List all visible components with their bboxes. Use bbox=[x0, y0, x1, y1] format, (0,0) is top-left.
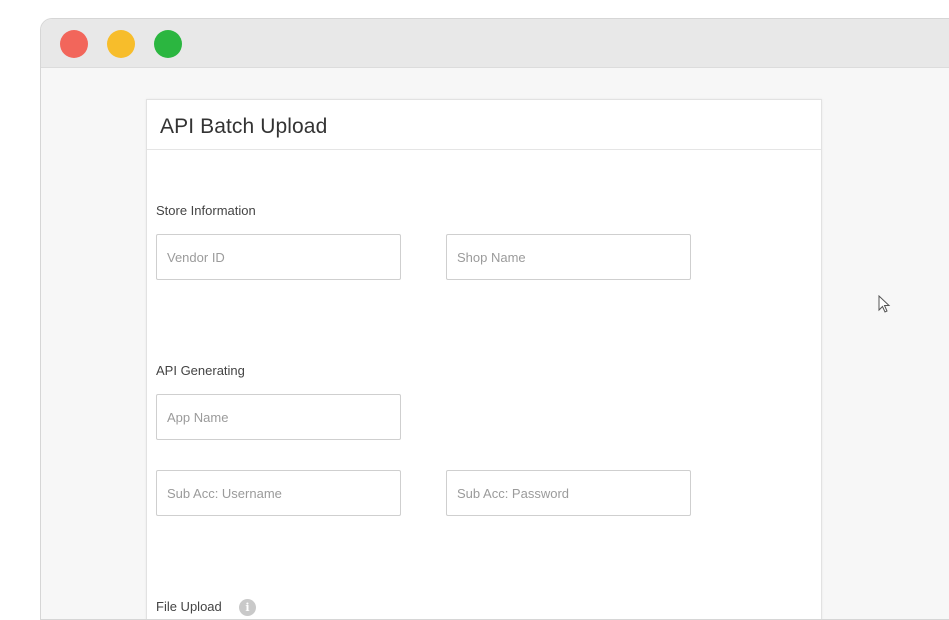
info-icon[interactable]: i bbox=[239, 599, 256, 616]
vendor-id-input[interactable] bbox=[156, 234, 401, 280]
file-upload-label: File Upload bbox=[156, 599, 222, 614]
api-generating-label: API Generating bbox=[156, 363, 245, 378]
app-window: API Batch Upload Store Information API G… bbox=[40, 18, 949, 620]
page-title: API Batch Upload bbox=[160, 115, 328, 138]
close-window-button[interactable] bbox=[60, 30, 88, 58]
sub-acc-username-input[interactable] bbox=[156, 470, 401, 516]
maximize-window-button[interactable] bbox=[154, 30, 182, 58]
mouse-pointer-icon bbox=[878, 295, 891, 313]
store-information-label: Store Information bbox=[156, 203, 256, 218]
title-bar bbox=[41, 19, 949, 68]
sub-acc-password-input[interactable] bbox=[446, 470, 691, 516]
minimize-window-button[interactable] bbox=[107, 30, 135, 58]
app-name-input[interactable] bbox=[156, 394, 401, 440]
api-batch-upload-panel: API Batch Upload Store Information API G… bbox=[146, 99, 822, 619]
shop-name-input[interactable] bbox=[446, 234, 691, 280]
panel-header: API Batch Upload bbox=[147, 100, 821, 150]
